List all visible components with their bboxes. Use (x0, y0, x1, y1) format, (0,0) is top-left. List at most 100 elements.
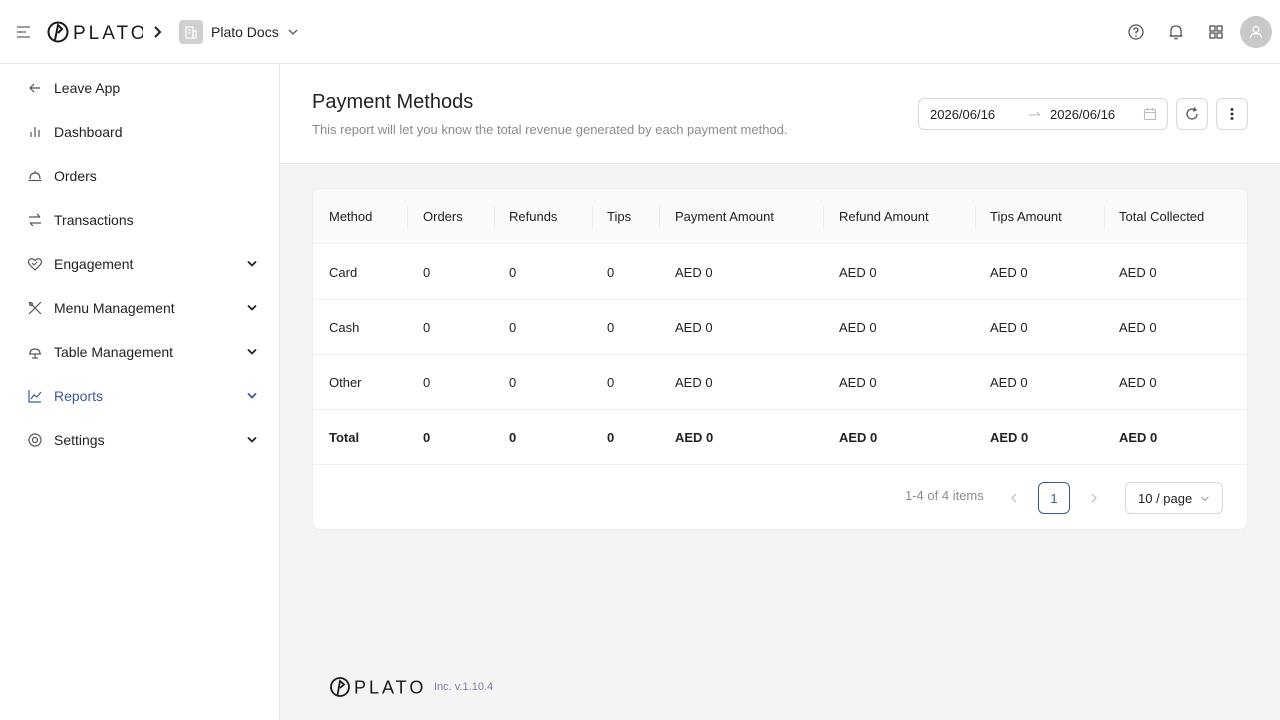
date-start-input[interactable]: 2026/06/16 (930, 107, 995, 122)
apps-grid-icon[interactable] (1206, 22, 1226, 42)
cell-refunds: 0 (509, 375, 517, 390)
cell-refund-amount: AED 0 (839, 265, 877, 280)
cell-tips: 0 (607, 430, 615, 445)
chevron-right-icon[interactable] (1087, 491, 1101, 505)
gear-icon (28, 433, 42, 447)
column-header-payment-amount: Payment Amount (675, 209, 774, 224)
bell-icon[interactable] (1166, 22, 1186, 42)
chevron-down-icon (247, 436, 257, 443)
cell-orders: 0 (423, 430, 431, 445)
sidebar-item-settings[interactable]: Settings (0, 418, 279, 462)
cell-payment-amount: AED 0 (675, 430, 714, 445)
chevron-down-icon (288, 29, 298, 35)
heart-handshake-icon (27, 258, 43, 271)
refresh-button[interactable] (1176, 98, 1208, 130)
workspace-selector[interactable]: Plato Docs (179, 20, 299, 44)
footer: PLATO Inc. v.1.10.4 (330, 676, 493, 698)
building-icon (179, 20, 203, 44)
sidebar-item-engagement[interactable]: Engagement (0, 242, 279, 286)
cell-refund-amount: AED 0 (839, 430, 878, 445)
column-divider (407, 206, 408, 228)
sidebar-item-leave-app[interactable]: Leave App (0, 66, 279, 110)
cell-orders: 0 (423, 375, 431, 390)
svg-text:PLATO: PLATO (354, 678, 426, 698)
sidebar-item-label: Leave App (54, 80, 121, 96)
date-end-input[interactable]: 2026/06/16 (1050, 107, 1115, 122)
line-chart-icon (28, 390, 42, 403)
sidebar-item-orders[interactable]: Orders (0, 154, 279, 198)
cell-refunds: 0 (509, 265, 517, 280)
user-icon (1249, 25, 1263, 39)
swap-icon (29, 213, 41, 227)
sidebar-item-transactions[interactable]: Transactions (0, 198, 279, 242)
breadcrumb-chevron-icon (154, 26, 162, 38)
chevron-left-icon[interactable] (1007, 491, 1021, 505)
refresh-icon (1186, 107, 1198, 120)
cell-refund-amount: AED 0 (839, 375, 877, 390)
sidebar-item-label: Menu Management (54, 300, 175, 316)
cell-payment-amount: AED 0 (675, 320, 713, 335)
page-size-select[interactable]: 10 / page (1125, 482, 1223, 514)
sidebar-item-label: Reports (54, 388, 104, 404)
cell-tips: 0 (607, 320, 615, 335)
cell-method: Other (329, 375, 362, 390)
table-row: Cash 0 0 0 AED 0 AED 0 AED 0 AED 0 (313, 300, 1247, 355)
sidebar-item-label: Orders (54, 168, 97, 184)
chevron-down-icon (247, 260, 257, 267)
arrow-left-icon (29, 83, 40, 93)
bar-chart-icon (30, 127, 40, 137)
arrow-right-icon (1029, 111, 1041, 116)
app-version: Inc. v.1.10.4 (434, 681, 494, 693)
page-size-value: 10 / page (1138, 491, 1193, 506)
cell-total-collected: AED 0 (1119, 430, 1158, 445)
cell-refunds: 0 (509, 430, 517, 445)
chevron-down-icon (1201, 496, 1209, 502)
column-header-orders: Orders (423, 209, 463, 224)
sidebar-item-dashboard[interactable]: Dashboard (0, 110, 279, 154)
column-divider (592, 206, 593, 228)
sidebar-item-label: Settings (54, 432, 105, 448)
sidebar-item-label: Transactions (54, 212, 134, 228)
plato-logo[interactable]: PLATO (47, 20, 143, 44)
chevron-down-icon (247, 348, 257, 355)
page-title: Payment Methods (312, 91, 474, 113)
avatar[interactable] (1240, 16, 1272, 48)
sidebar-item-label: Engagement (54, 256, 134, 272)
more-options-button[interactable] (1216, 98, 1248, 130)
cell-refund-amount: AED 0 (839, 320, 877, 335)
column-header-total-collected: Total Collected (1119, 209, 1205, 224)
cell-tips-amount: AED 0 (990, 265, 1028, 280)
top-bar: PLATO Plato Docs (0, 0, 1280, 64)
column-header-refunds: Refunds (509, 209, 558, 224)
cell-payment-amount: AED 0 (675, 375, 713, 390)
date-range-picker[interactable]: 2026/06/16 2026/06/16 (918, 98, 1168, 130)
sidebar-item-menu-management[interactable]: Menu Management (0, 286, 279, 330)
cell-tips-amount: AED 0 (990, 430, 1029, 445)
cell-method: Card (329, 265, 358, 280)
utensils-icon (28, 301, 42, 315)
pagination-page-1[interactable]: 1 (1038, 482, 1070, 514)
cell-total-collected: AED 0 (1119, 265, 1157, 280)
help-icon[interactable] (1126, 22, 1146, 42)
menu-icon[interactable] (16, 24, 32, 40)
sidebar-item-label: Table Management (54, 344, 174, 360)
sidebar: Leave App Dashboard Orders Transactions … (0, 64, 280, 720)
sidebar-item-table-management[interactable]: Table Management (0, 330, 279, 374)
table-bell-icon (29, 348, 41, 359)
cell-tips-amount: AED 0 (990, 320, 1028, 335)
page-description: This report will let you know the total … (312, 122, 788, 137)
column-header-method: Method (329, 209, 373, 224)
table-total-row: Total 0 0 0 AED 0 AED 0 AED 0 AED 0 (313, 410, 1247, 465)
svg-text:PLATO: PLATO (73, 23, 143, 44)
cell-tips: 0 (607, 375, 615, 390)
calendar-icon (1143, 108, 1157, 121)
workspace-name: Plato Docs (211, 24, 279, 40)
chevron-down-icon (247, 304, 257, 311)
cell-payment-amount: AED 0 (675, 265, 713, 280)
table-row: Card 0 0 0 AED 0 AED 0 AED 0 AED 0 (313, 245, 1247, 300)
page-header: Payment Methods This report will let you… (280, 64, 1280, 164)
column-divider (659, 206, 660, 228)
column-header-tips-amount: Tips Amount (990, 209, 1062, 224)
column-header-tips: Tips (607, 209, 632, 224)
sidebar-item-reports[interactable]: Reports (0, 374, 279, 418)
